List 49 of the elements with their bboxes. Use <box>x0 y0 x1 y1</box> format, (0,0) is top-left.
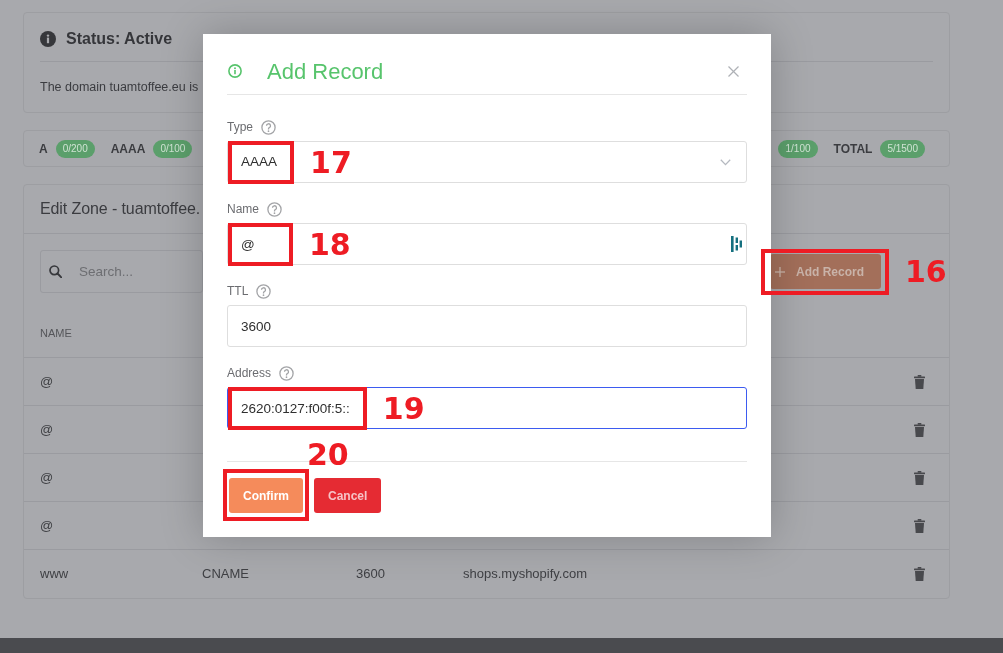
trash-icon[interactable] <box>914 470 925 485</box>
close-icon[interactable] <box>728 65 739 77</box>
table-cell-text: @ <box>40 516 55 535</box>
table-cell-text: @ <box>40 468 55 487</box>
column-header: NAME <box>40 326 73 342</box>
input-field[interactable]: 3600 <box>227 305 747 347</box>
info-icon <box>228 64 242 78</box>
annotation-number: 20 <box>307 440 349 470</box>
annotation-frame <box>228 223 293 266</box>
count-badge: 1/100 <box>778 139 818 158</box>
search-icon <box>49 265 62 278</box>
trash-icon[interactable] <box>914 374 925 389</box>
record-type-label: AAAA <box>110 140 146 158</box>
table-cell-text: @ <box>40 372 55 391</box>
table-cell-text: www <box>40 565 70 584</box>
chevron-down-icon <box>720 159 731 166</box>
plus-icon <box>775 266 785 277</box>
annotation-number: 18 <box>309 229 351 260</box>
annotation-number: 17 <box>310 147 352 178</box>
field-label: Address <box>227 365 272 382</box>
table-cell-text: @ <box>40 420 55 439</box>
count-badge: 5/1500 <box>880 139 925 158</box>
trash-icon[interactable] <box>914 567 925 581</box>
status-text: The domain tuamtoffee.eu is <box>40 78 199 96</box>
annotation-frame <box>228 141 295 184</box>
table-cell-text: shops.myshopify.com <box>463 565 589 584</box>
modal-title: Add Record <box>267 57 384 86</box>
card-title: Status: Active <box>66 28 173 49</box>
help-icon[interactable] <box>256 283 272 299</box>
table-cell-text: CNAME <box>202 565 250 584</box>
info-icon <box>40 30 56 47</box>
bars-icon[interactable] <box>731 236 742 252</box>
trash-icon[interactable] <box>914 518 925 533</box>
record-type-label: A <box>39 140 48 158</box>
annotation-number: 16 <box>905 257 947 287</box>
count-badge: 0/100 <box>153 139 193 158</box>
annotation-number: 19 <box>382 393 425 424</box>
search-field[interactable]: Search... <box>40 250 203 293</box>
count-badge: 0/200 <box>55 139 95 158</box>
card-title: Edit Zone - tuamtoffee. <box>40 199 201 219</box>
help-icon[interactable] <box>261 119 276 135</box>
help-icon[interactable] <box>279 365 295 381</box>
field-label: Type <box>227 119 253 136</box>
help-icon[interactable] <box>267 201 282 217</box>
trash-icon[interactable] <box>914 422 925 437</box>
field-label: TTL <box>227 283 249 300</box>
field-label: Name <box>227 201 259 218</box>
table-cell-text: 3600 <box>356 565 386 584</box>
record-type-label: TOTAL <box>833 140 873 158</box>
